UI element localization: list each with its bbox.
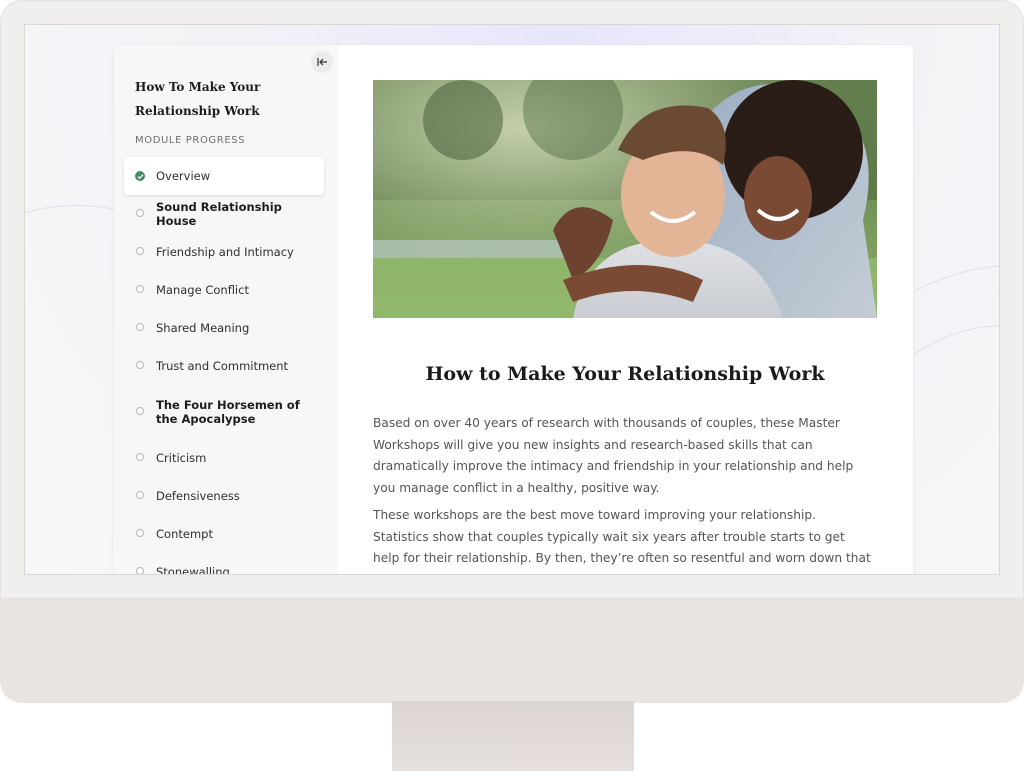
lesson-content: How to Make Your Relationship Work Based… [338,45,913,574]
course-title: How To Make Your Relationship Work [135,80,261,118]
sidebar-item-label: Friendship and Intimacy [156,245,294,259]
collapse-left-icon [317,58,327,66]
empty-circle-icon [136,453,144,461]
sidebar-item-label: Defensiveness [156,489,240,503]
sidebar-item-9[interactable]: Contempt [124,515,324,553]
sidebar-item-label: Criticism [156,451,207,465]
empty-circle-icon [136,247,144,255]
empty-circle-icon [136,529,144,537]
sidebar-item-0[interactable]: Overview [124,157,324,195]
sidebar-item-2[interactable]: Friendship and Intimacy [124,233,324,271]
empty-circle-icon [136,361,144,369]
empty-circle-icon [136,567,144,574]
article-paragraph: These workshops are the best move toward… [373,508,871,574]
module-sidebar: How To Make Your Relationship Work MODUL… [114,45,338,575]
monitor-chin [0,598,1024,703]
monitor-stand [392,701,634,771]
monitor-screen: How To Make Your Relationship Work MODUL… [24,24,1000,575]
article-title: How to Make Your Relationship Work [425,363,825,385]
check-circle-icon [135,171,145,181]
empty-circle-icon [136,209,144,217]
sidebar-item-7[interactable]: Criticism [124,439,324,477]
empty-circle-icon [136,407,144,415]
sidebar-item-8[interactable]: Defensiveness [124,477,324,515]
empty-circle-icon [136,491,144,499]
sidebar-item-label: Sound Relationship House [156,200,282,228]
module-progress-label: MODULE PROGRESS [135,135,246,146]
module-nav: Overview Sound Relationship House Friendsh… [124,157,324,575]
sidebar-item-1[interactable]: Sound Relationship House [124,195,324,233]
sidebar-item-label: Trust and Commitment [156,359,289,373]
article-paragraph: Based on over 40 years of research with … [373,416,854,495]
sidebar-item-label: The Four Horsemen of the Apocalypse [156,398,300,426]
empty-circle-icon [136,285,144,293]
empty-circle-icon [136,323,144,331]
sidebar-item-10[interactable]: Stonewalling [124,553,324,575]
sidebar-item-label: Shared Meaning [156,321,250,335]
sidebar-item-3[interactable]: Manage Conflict [124,271,324,309]
sidebar-item-6[interactable]: The Four Horsemen of the Apocalypse [124,385,324,439]
sidebar-item-5[interactable]: Trust and Commitment [124,347,324,385]
collapse-sidebar-button[interactable] [311,51,333,73]
sidebar-item-4[interactable]: Shared Meaning [124,309,324,347]
sidebar-item-label: Contempt [156,527,213,541]
sidebar-item-label: Overview [156,169,211,183]
smiling-couple-photo [373,80,877,318]
course-app: How To Make Your Relationship Work MODUL… [114,45,913,575]
monitor-frame: How To Make Your Relationship Work MODUL… [0,0,1024,703]
hero-image [373,80,877,318]
sidebar-item-label: Stonewalling [156,565,230,575]
sidebar-item-label: Manage Conflict [156,283,249,297]
